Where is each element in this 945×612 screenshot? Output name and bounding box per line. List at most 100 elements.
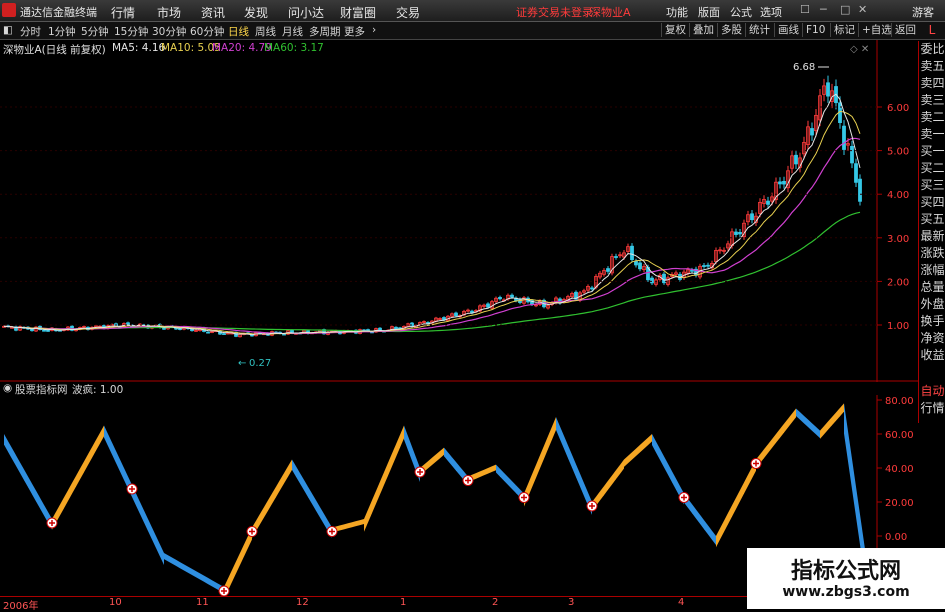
- login-notice[interactable]: 证券交易未登录: [516, 4, 593, 20]
- menu-formula[interactable]: 公式: [730, 4, 752, 20]
- side-net-assets[interactable]: 净资: [919, 330, 945, 347]
- candlestick-chart[interactable]: ◇ ✕ 6.68 ← 0.27 6.00 5.00 4.00 3.00 2.00 1.00: [0, 40, 918, 382]
- indicator-ribbon: [12, 448, 16, 466]
- btn-mark[interactable]: 标记: [830, 23, 858, 37]
- chart-settings-icon[interactable]: ◇ ✕: [850, 44, 869, 55]
- period-timeshare[interactable]: 分时: [20, 24, 41, 39]
- side-buy2[interactable]: 买二: [919, 160, 945, 177]
- indicator-ribbon: [172, 557, 176, 566]
- toolbar-left-icon[interactable]: ◧: [3, 24, 13, 36]
- side-sell2[interactable]: 卖二: [919, 109, 945, 126]
- side-sell1[interactable]: 卖一: [919, 126, 945, 143]
- indicator-ribbon: [160, 544, 164, 565]
- btn-overlay[interactable]: 叠加: [689, 23, 717, 37]
- period-monthly[interactable]: 月线: [282, 24, 303, 39]
- menu-news[interactable]: 资讯: [201, 4, 225, 21]
- period-5min[interactable]: 5分钟: [81, 24, 109, 39]
- menu-wealth[interactable]: 财富圈: [340, 4, 376, 21]
- indicator-ribbon: [108, 434, 112, 455]
- sidebar-top-label[interactable]: L: [919, 23, 945, 37]
- indicator-ribbon: [704, 520, 708, 535]
- indicator-ribbon: [404, 425, 408, 451]
- side-latest[interactable]: 最新: [919, 228, 945, 245]
- period-daily[interactable]: 日线: [228, 24, 249, 39]
- side-quote[interactable]: 行情: [919, 400, 945, 417]
- side-volume[interactable]: 总量: [919, 279, 945, 296]
- btn-back[interactable]: 返回: [891, 23, 919, 37]
- period-multi[interactable]: 多周期: [309, 24, 341, 39]
- indicator-ribbon: [832, 412, 836, 426]
- side-outer[interactable]: 外盘: [919, 296, 945, 313]
- side-sell3[interactable]: 卖三: [919, 92, 945, 109]
- watermark-title: 指标公式网: [790, 559, 901, 584]
- menu-layout[interactable]: 版面: [698, 4, 720, 20]
- indicator-ribbon: [812, 423, 816, 435]
- indicator-ribbon: [428, 457, 432, 469]
- side-buy4[interactable]: 买四: [919, 194, 945, 211]
- low-annotation: 0.27: [249, 358, 271, 369]
- indicator-settings-icon[interactable]: ◉: [3, 382, 12, 394]
- indicator-ribbon: [804, 415, 808, 428]
- period-60min[interactable]: 60分钟: [190, 24, 224, 39]
- indicator-ribbon: [624, 455, 628, 467]
- indicator-ribbon: [124, 468, 128, 489]
- indicator-ribbon: [676, 478, 680, 498]
- minimize-icon[interactable]: ─: [820, 3, 827, 16]
- side-earnings[interactable]: 收益: [919, 347, 945, 364]
- side-weibi[interactable]: 委比: [919, 41, 945, 58]
- menu-trade[interactable]: 交易: [396, 4, 420, 21]
- indicator-ribbon: [628, 452, 632, 464]
- indicator-ribbon: [572, 454, 576, 478]
- period-15min[interactable]: 15分钟: [114, 24, 148, 39]
- maximize-icon[interactable]: □: [840, 3, 850, 16]
- btn-multi-stock[interactable]: 多股: [717, 23, 745, 37]
- user-icon[interactable]: ☐: [800, 3, 810, 16]
- menu-ask[interactable]: 问小达: [288, 4, 324, 21]
- candle-body: [750, 213, 754, 221]
- indicator-ribbon: [316, 500, 320, 518]
- side-change-pct[interactable]: 涨幅: [919, 262, 945, 279]
- indicator-ribbon: [20, 462, 24, 481]
- indicator-ribbon: [612, 470, 616, 485]
- indicator-ribbon: [396, 434, 400, 457]
- indicator-ribbon: [32, 483, 36, 502]
- indicator-ribbon: [28, 476, 32, 495]
- indicator-ribbon: [708, 525, 712, 540]
- btn-stats[interactable]: 统计: [745, 23, 773, 37]
- period-weekly[interactable]: 周线: [255, 24, 276, 39]
- indicator-ribbon: [656, 441, 660, 460]
- period-30min[interactable]: 30分钟: [152, 24, 186, 39]
- side-buy3[interactable]: 买三: [919, 177, 945, 194]
- btn-f10[interactable]: F10: [802, 23, 828, 37]
- more-chevron-icon[interactable]: ›: [372, 24, 376, 36]
- indicator-ribbon: [532, 464, 536, 488]
- btn-draw[interactable]: 画线: [774, 23, 802, 37]
- indicator-ribbon: [320, 507, 324, 525]
- side-buy5[interactable]: 买五: [919, 211, 945, 228]
- menu-market[interactable]: 市场: [157, 4, 181, 21]
- side-sell4[interactable]: 卖四: [919, 75, 945, 92]
- indicator-ribbon: [376, 481, 380, 504]
- side-auto[interactable]: 自动: [919, 383, 945, 400]
- menu-quotes[interactable]: 行情: [111, 4, 135, 21]
- candle-body: [778, 181, 782, 185]
- menu-discover[interactable]: 发现: [244, 4, 268, 21]
- side-sell5[interactable]: 卖五: [919, 58, 945, 75]
- guest-label[interactable]: 游客: [912, 4, 934, 20]
- indicator-ribbon: [664, 456, 668, 475]
- period-1min[interactable]: 1分钟: [48, 24, 76, 39]
- side-buy1[interactable]: 买一: [919, 143, 945, 160]
- side-turnover[interactable]: 换手: [919, 313, 945, 330]
- period-more[interactable]: 更多: [344, 24, 365, 39]
- menu-function[interactable]: 功能: [666, 4, 688, 20]
- side-change[interactable]: 涨跌: [919, 245, 945, 262]
- btn-adjust[interactable]: 复权: [661, 23, 689, 37]
- close-icon[interactable]: ✕: [858, 3, 867, 16]
- indicator-ribbon: [744, 474, 748, 494]
- indicator-ribbon: [200, 573, 204, 582]
- candle-body: [738, 232, 742, 235]
- btn-add-watchlist[interactable]: +自选: [858, 23, 895, 37]
- indicator-ribbon: [476, 471, 480, 479]
- menu-options[interactable]: 选项: [760, 4, 782, 20]
- indicator-ribbon: [636, 444, 640, 456]
